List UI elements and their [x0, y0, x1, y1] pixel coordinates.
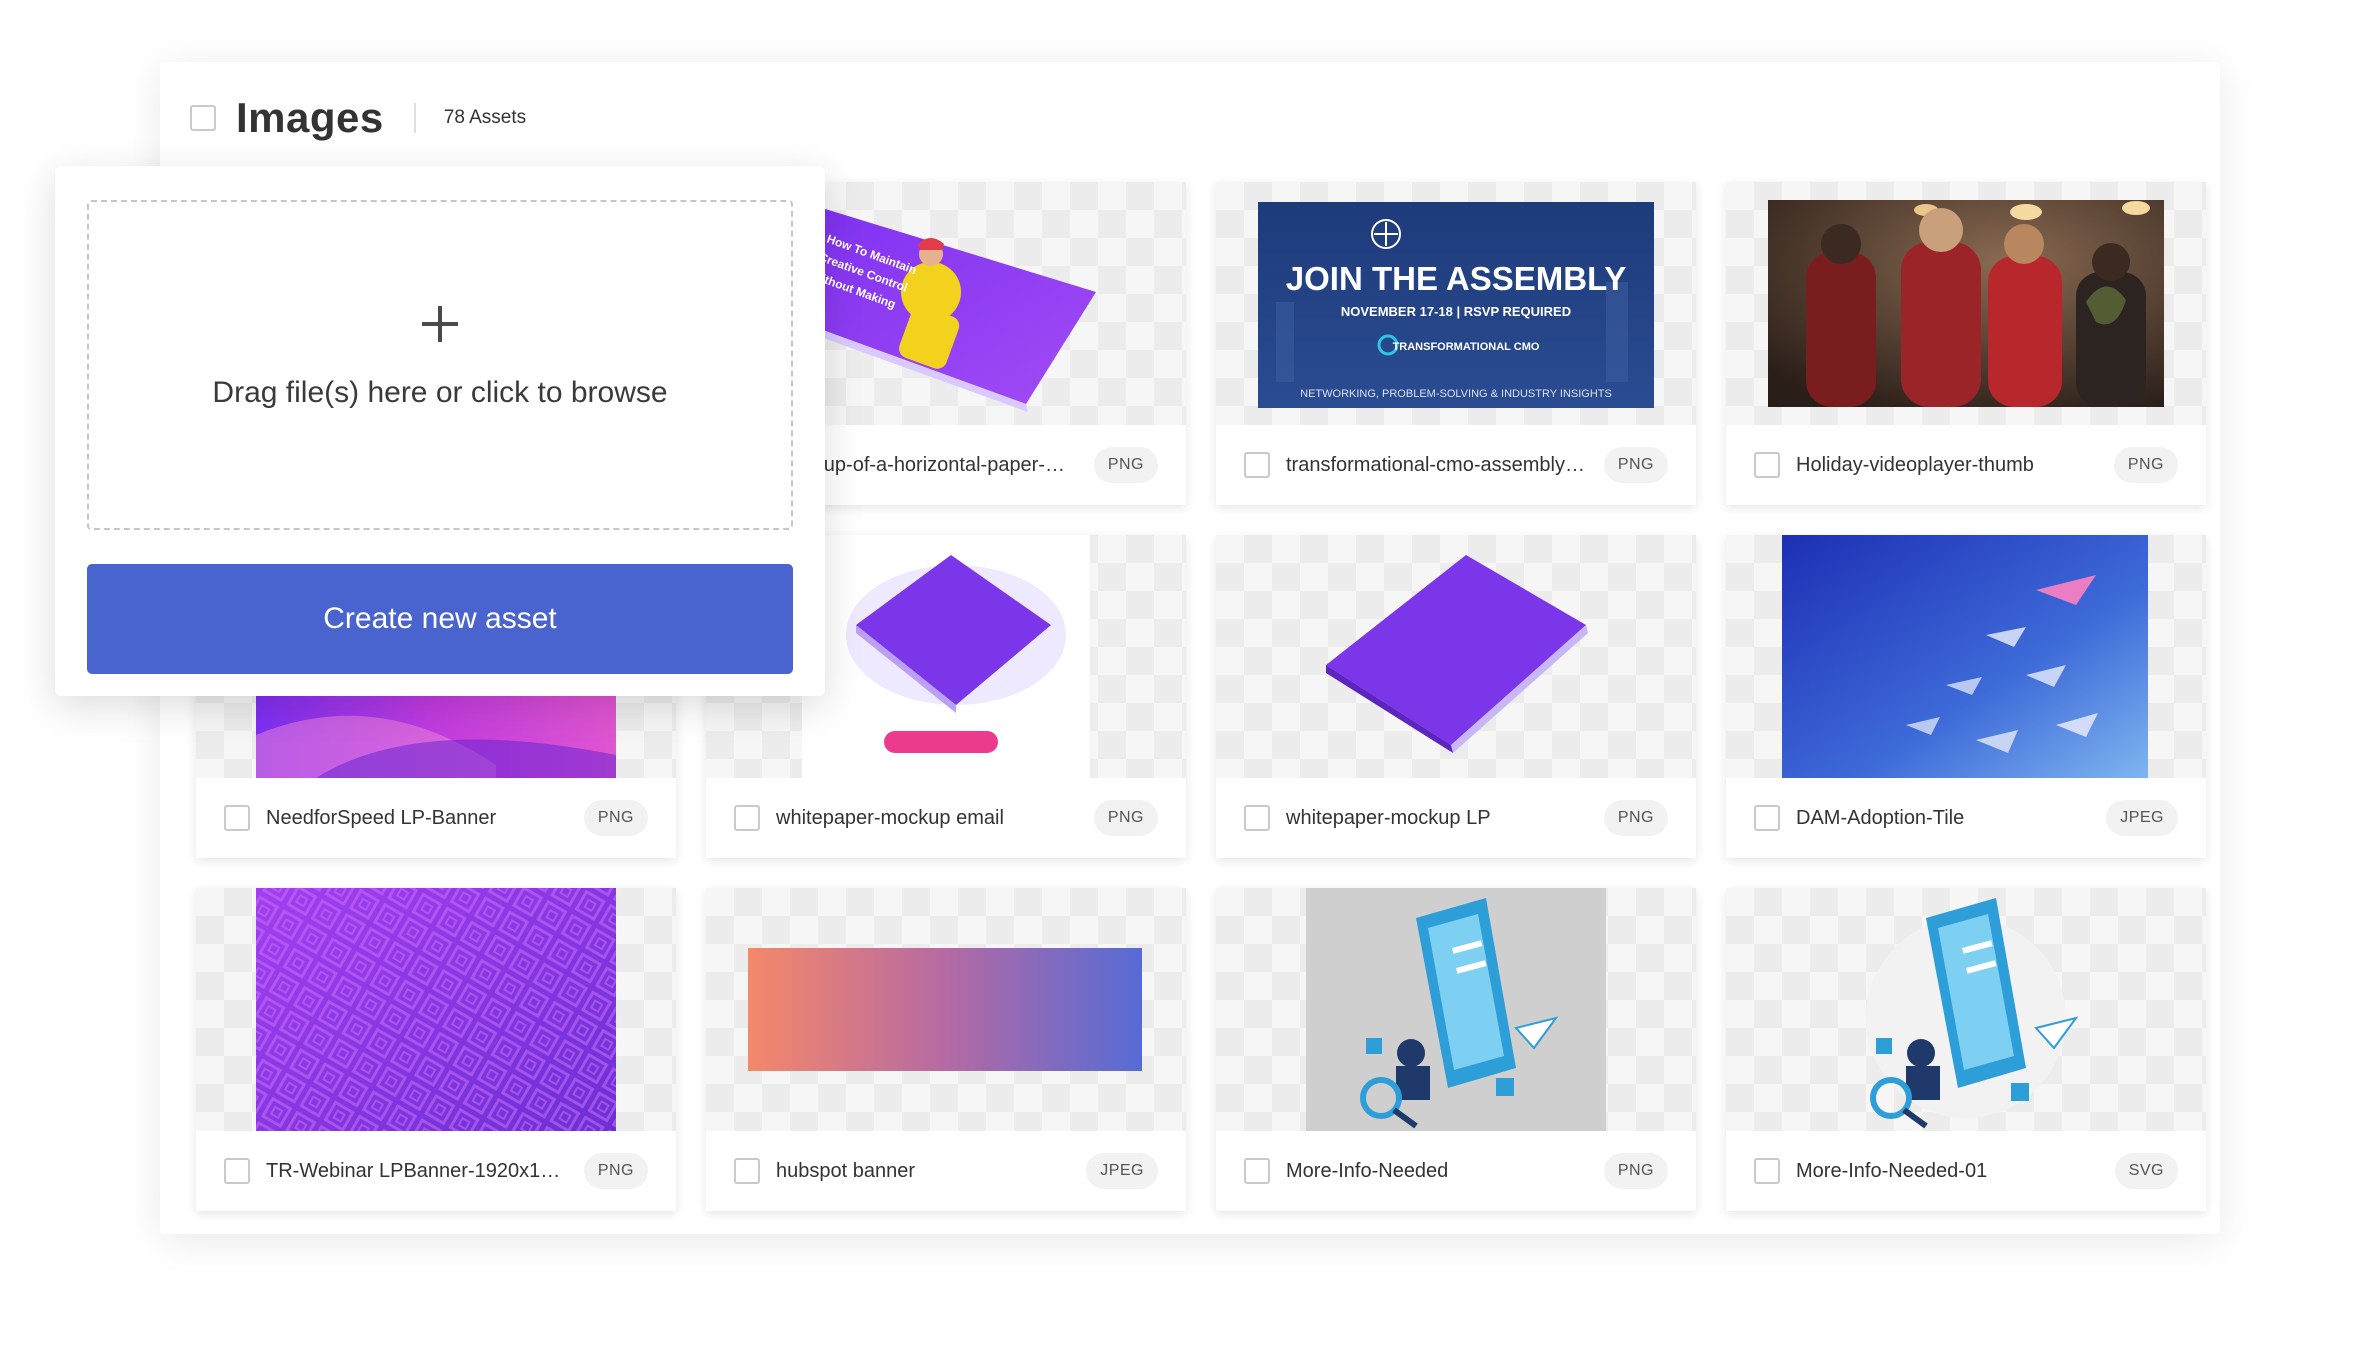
whitepaper-lp-mockup-image — [1326, 555, 1588, 753]
panel-header: Images 78 Assets — [190, 90, 526, 146]
asset-name[interactable]: whitepaper-mockup LP — [1286, 807, 1586, 830]
asset-name[interactable]: whitepaper-mockup email — [776, 807, 1076, 830]
asset-name[interactable]: hubspot banner — [776, 1160, 1076, 1183]
asset-card[interactable]: hubspot banner JPEG — [706, 888, 1186, 1211]
banner-date: NOVEMBER 17-18 | RSVP REQUIRED — [1341, 304, 1571, 319]
file-type-badge: PNG — [1093, 447, 1158, 483]
asset-card[interactable]: More-Info-Needed PNG — [1216, 888, 1696, 1211]
asset-card[interactable]: More-Info-Needed-01 SVG — [1726, 888, 2206, 1211]
file-type-badge: PNG — [1603, 447, 1668, 483]
asset-footer: whitepaper-mockup LP PNG — [1216, 778, 1696, 858]
upload-popover: Drag file(s) here or click to browse Cre… — [55, 166, 825, 696]
asset-checkbox[interactable] — [734, 1158, 760, 1184]
asset-checkbox[interactable] — [1244, 452, 1270, 478]
asset-name[interactable]: TR-Webinar LPBanner-1920x1080 — [266, 1160, 566, 1183]
asset-footer: transformational-cmo-assembly-banner PNG — [1216, 425, 1696, 505]
asset-card[interactable]: DAM-Adoption-Tile JPEG — [1726, 535, 2206, 858]
asset-footer: hubspot banner JPEG — [706, 1131, 1186, 1211]
asset-footer: DAM-Adoption-Tile JPEG — [1726, 778, 2206, 858]
asset-checkbox[interactable] — [1754, 452, 1780, 478]
asset-thumbnail[interactable] — [196, 888, 676, 1131]
asset-thumbnail[interactable] — [706, 888, 1186, 1131]
asset-name[interactable]: NeedforSpeed LP-Banner — [266, 807, 566, 830]
asset-name[interactable]: DAM-Adoption-Tile — [1796, 807, 2096, 830]
dropzone-label: Drag file(s) here or click to browse — [212, 376, 668, 409]
file-type-badge: PNG — [2113, 447, 2178, 483]
asset-card[interactable]: TR-Webinar LPBanner-1920x1080 PNG — [196, 888, 676, 1211]
file-type-badge: PNG — [1603, 1153, 1668, 1189]
create-new-asset-button[interactable]: Create new asset — [87, 564, 793, 674]
page-title: Images — [236, 94, 384, 141]
asset-footer: NeedforSpeed LP-Banner PNG — [196, 778, 676, 858]
header-divider — [413, 103, 416, 133]
phone-illustration-image — [1866, 898, 2079, 1129]
asset-card[interactable]: whitepaper-mockup LP PNG — [1216, 535, 1696, 858]
holiday-party-photo — [1768, 200, 2164, 407]
select-all-checkbox[interactable] — [190, 105, 216, 131]
asset-checkbox[interactable] — [1754, 1158, 1780, 1184]
asset-thumbnail[interactable] — [1216, 535, 1696, 778]
file-type-badge: JPEG — [2106, 800, 2178, 836]
asset-checkbox[interactable] — [734, 805, 760, 831]
asset-checkbox[interactable] — [224, 805, 250, 831]
file-dropzone[interactable]: Drag file(s) here or click to browse — [87, 200, 793, 530]
asset-checkbox[interactable] — [224, 1158, 250, 1184]
file-type-badge: PNG — [583, 800, 648, 836]
phone-illustration-image — [1306, 888, 1606, 1131]
file-type-badge: SVG — [2114, 1153, 2178, 1189]
file-type-badge: PNG — [583, 1153, 648, 1189]
banner-brand: TRANSFORMATIONAL CMO — [1393, 341, 1540, 353]
asset-thumbnail[interactable] — [1726, 182, 2206, 425]
asset-checkbox[interactable] — [1244, 805, 1270, 831]
asset-checkbox[interactable] — [1754, 805, 1780, 831]
paper-boats-image — [1782, 535, 2148, 778]
banner-footer: NETWORKING, PROBLEM-SOLVING & INDUSTRY I… — [1300, 388, 1612, 400]
assembly-banner-image: JOIN THE ASSEMBLY NOVEMBER 17-18 | RSVP … — [1258, 202, 1654, 408]
asset-name[interactable]: More-Info-Needed-01 — [1796, 1160, 2096, 1183]
asset-footer: TR-Webinar LPBanner-1920x1080 PNG — [196, 1131, 676, 1211]
file-type-badge: PNG — [1603, 800, 1668, 836]
plus-icon — [420, 304, 460, 344]
asset-name[interactable]: Holiday-videoplayer-thumb — [1796, 454, 2096, 477]
asset-footer: whitepaper-mockup email PNG — [706, 778, 1186, 858]
asset-footer: More-Info-Needed-01 SVG — [1726, 1131, 2206, 1211]
asset-card[interactable]: JOIN THE ASSEMBLY NOVEMBER 17-18 | RSVP … — [1216, 182, 1696, 505]
gradient-banner-image — [748, 948, 1142, 1071]
asset-thumbnail[interactable] — [1726, 535, 2206, 778]
banner-headline: JOIN THE ASSEMBLY — [1286, 260, 1626, 297]
file-type-badge: JPEG — [1086, 1153, 1158, 1189]
asset-count: 78 Assets — [443, 107, 527, 128]
asset-thumbnail[interactable] — [1726, 888, 2206, 1131]
asset-thumbnail[interactable] — [1216, 888, 1696, 1131]
file-type-badge: PNG — [1093, 800, 1158, 836]
asset-name[interactable]: More-Info-Needed — [1286, 1160, 1586, 1183]
asset-thumbnail[interactable]: JOIN THE ASSEMBLY NOVEMBER 17-18 | RSVP … — [1216, 182, 1696, 425]
asset-checkbox[interactable] — [1244, 1158, 1270, 1184]
asset-footer: More-Info-Needed PNG — [1216, 1131, 1696, 1211]
asset-footer: Holiday-videoplayer-thumb PNG — [1726, 425, 2206, 505]
pattern-banner-image — [256, 888, 616, 1131]
asset-name[interactable]: transformational-cmo-assembly-banner — [1286, 454, 1586, 477]
asset-card[interactable]: Holiday-videoplayer-thumb PNG — [1726, 182, 2206, 505]
